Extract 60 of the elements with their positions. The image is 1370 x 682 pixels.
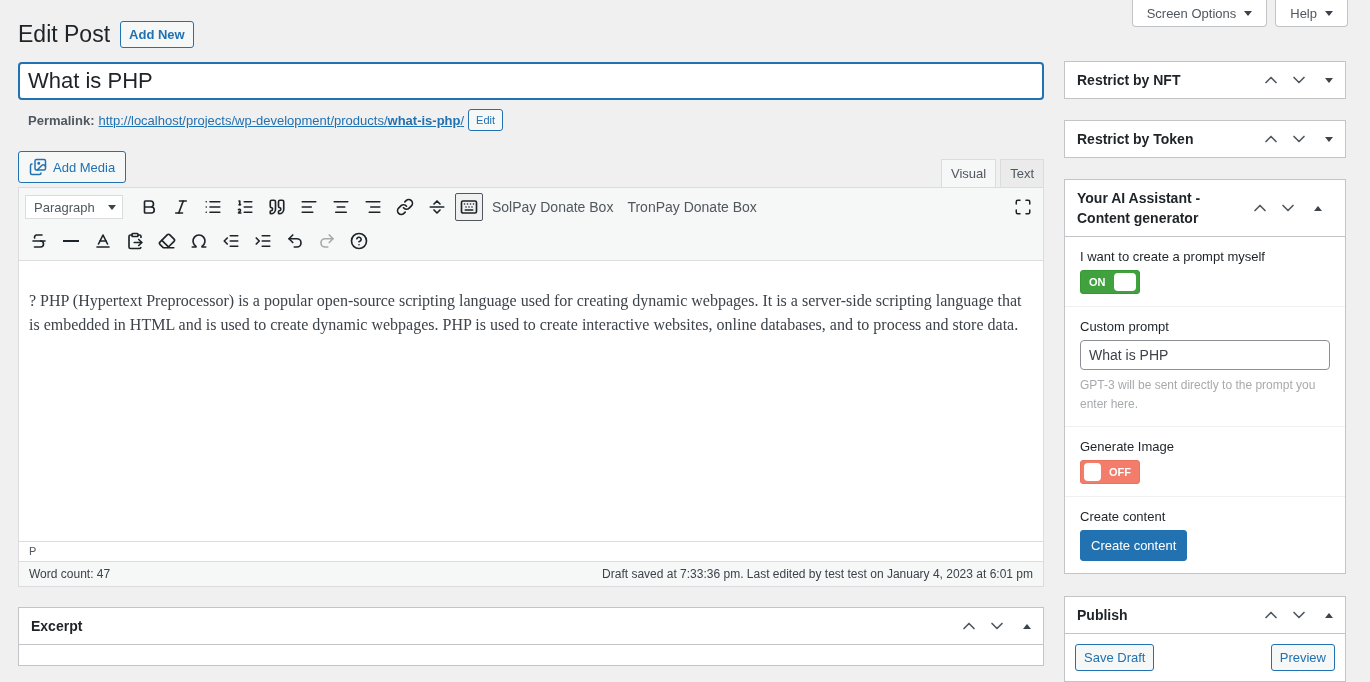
outdent-icon (222, 232, 240, 250)
help-text: GPT-3 will be sent directly to the prompt you enter here. (1080, 377, 1317, 413)
editor-tab[interactable]: Visual (940, 159, 997, 187)
create-content-button[interactable]: Create content (1080, 530, 1188, 561)
help-icon (350, 232, 368, 250)
title-field[interactable]: What is PHP (18, 62, 1044, 100)
bulleted-list-icon (204, 198, 222, 216)
text-color-icon (94, 232, 112, 250)
donate-box-button[interactable]: SolPay Donate Box (487, 199, 619, 215)
clear-formatting-icon (158, 232, 176, 250)
permalink-label: Permalink: (28, 112, 95, 128)
word-count: Word count: 47 (29, 567, 111, 581)
add-media-button[interactable]: Add Media (18, 151, 127, 183)
add-new-button[interactable]: Add New (120, 20, 194, 48)
expand-icon[interactable] (1325, 136, 1333, 142)
donate-box-button[interactable]: TronPay Donate Box (622, 199, 762, 215)
preview-button[interactable]: Preview (1270, 644, 1335, 671)
numbered-list-icon (236, 198, 254, 216)
paste-text-icon (126, 232, 144, 250)
panel-title: Restrict by Token (1077, 130, 1195, 149)
element-path[interactable]: P (29, 545, 37, 557)
caret-icon (108, 204, 116, 210)
save-draft-button[interactable]: Save Draft (1075, 644, 1155, 671)
collapse-icon[interactable] (1325, 612, 1333, 618)
italic-icon (172, 198, 190, 216)
quote-icon (268, 198, 286, 216)
panel-title: Publish (1077, 606, 1129, 625)
indent-icon (254, 232, 272, 250)
undo-icon (286, 232, 304, 250)
edit-permalink-button[interactable]: Edit (468, 109, 504, 131)
field-label: Custom prompt (1080, 319, 1169, 334)
screen-meta-button[interactable]: Help (1275, 0, 1348, 27)
panel-title: Your AI Assistant - Content generator (1077, 189, 1202, 228)
prompt-field[interactable]: What is PHP (1080, 340, 1330, 370)
permalink-link[interactable]: http://localhost/projects/wp-development/products/what-is-php/ (98, 112, 465, 128)
toggle-label: Generate Image (1080, 439, 1174, 454)
collapse-icon[interactable] (1023, 623, 1031, 629)
screen-meta-button[interactable]: Screen Options (1131, 0, 1268, 27)
page-title: Edit Post (18, 20, 111, 48)
fullscreen-icon (1014, 198, 1032, 216)
align-right-icon (364, 198, 382, 216)
post-content[interactable]: ? PHP (Hypertext Preprocessor) is a popular open-source scripting language used for creating dynamic webpages. It is a server-side scripting language that is embedded in HTML and is used to create dynamic webpages. PHP is used to create interactive websites, online databases, and to process and store data. (19, 261, 1043, 541)
toolbar-toggle-button[interactable] (455, 193, 483, 221)
draft-status: Draft saved at 7:33:36 pm. Last edited by test test on January 4, 2023 at 6:01 pm (602, 567, 1033, 581)
media-icon (29, 158, 47, 176)
redo-icon (318, 232, 336, 250)
section-label: Create content (1080, 509, 1166, 524)
strikethrough-icon (30, 232, 48, 250)
horizontal-line-icon (63, 240, 79, 242)
format-select[interactable]: Paragraph (25, 195, 123, 219)
editor-tab[interactable]: Text (1000, 159, 1044, 187)
panel-title: Restrict by NFT (1077, 71, 1182, 90)
toggle-label: I want to create a prompt myself (1080, 249, 1265, 264)
align-center-icon (332, 198, 350, 216)
link-icon (396, 198, 414, 216)
expand-icon[interactable] (1325, 77, 1333, 83)
align-left-icon (300, 198, 318, 216)
panel-title: Excerpt (31, 617, 84, 636)
collapse-icon[interactable] (1314, 205, 1322, 211)
special-character-icon (190, 232, 208, 250)
